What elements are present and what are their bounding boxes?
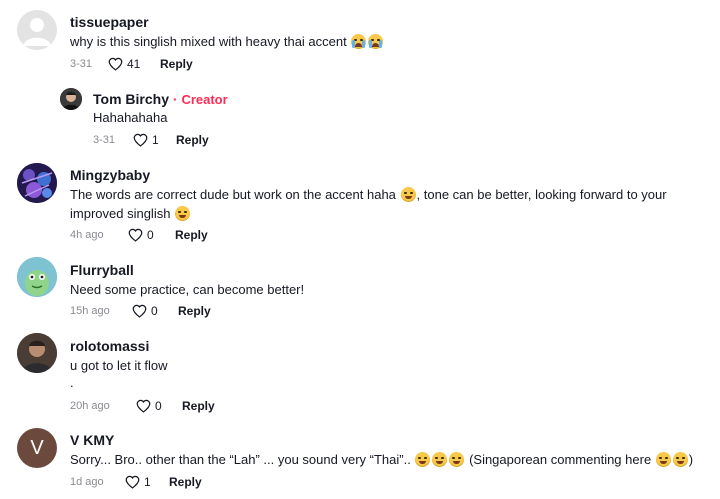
like-count: 1: [152, 133, 159, 147]
grinning-emoji: [449, 452, 465, 467]
comment-time: 4h ago: [70, 229, 104, 241]
comment-text: The words are correct dude but work on t…: [70, 187, 667, 221]
comment-meta: 3-31 41 Reply: [70, 57, 193, 71]
like-count: 0: [147, 228, 154, 242]
comment-username[interactable]: rolotomassi: [70, 338, 149, 354]
comment-username[interactable]: Mingzybaby: [70, 167, 150, 183]
profile-photo-avatar[interactable]: [17, 333, 57, 373]
heart-icon: [128, 228, 143, 242]
like-count: 0: [151, 304, 158, 318]
comment-meta: 4h ago 0 Reply: [70, 228, 208, 242]
comment-text: u got to let it flow: [70, 358, 168, 373]
like-button[interactable]: 0: [136, 399, 182, 413]
like-button[interactable]: 1: [125, 475, 169, 489]
comment-meta: 20h ago 0 Reply: [70, 399, 215, 413]
grinning-emoji: [400, 187, 416, 202]
reply-text: Hahahahaha: [93, 110, 168, 125]
heart-icon: [108, 57, 123, 71]
reply-button[interactable]: Reply: [160, 57, 193, 71]
like-count: 1: [144, 475, 151, 489]
like-button[interactable]: 1: [133, 133, 176, 147]
comment-username[interactable]: Flurryball: [70, 262, 134, 278]
comment-text: Need some practice, can become better!: [70, 282, 305, 297]
like-button[interactable]: 41: [108, 57, 160, 71]
default-avatar-icon[interactable]: [17, 10, 57, 50]
reply-button[interactable]: Reply: [175, 228, 208, 242]
like-count: 41: [127, 57, 141, 71]
heart-icon: [125, 475, 140, 489]
crying-laughing-emoji: [368, 34, 384, 49]
grinning-emoji: [415, 452, 431, 467]
comment-time: 1d ago: [70, 476, 104, 488]
like-button[interactable]: 0: [132, 304, 178, 318]
comment-time: 20h ago: [70, 400, 110, 412]
green-character-avatar[interactable]: [17, 257, 57, 297]
comment-meta: 15h ago 0 Reply: [70, 304, 211, 318]
comment-username[interactable]: V KMY: [70, 432, 114, 448]
reply-button[interactable]: Reply: [169, 475, 202, 489]
heart-icon: [132, 304, 147, 318]
comment-time: 3-31: [70, 58, 93, 70]
creator-badge: Creator: [181, 92, 228, 107]
letter-avatar[interactable]: V: [17, 428, 57, 468]
grinning-emoji: [175, 206, 191, 221]
comment-username[interactable]: tissuepaper: [70, 14, 149, 30]
comment-text: why is this singlish mixed with heavy th…: [70, 32, 384, 51]
comment-meta: 1d ago 1 Reply: [70, 475, 202, 489]
grinning-emoji: [655, 452, 671, 467]
reply-button[interactable]: Reply: [178, 304, 211, 318]
like-button[interactable]: 0: [128, 228, 175, 242]
reply-button[interactable]: Reply: [176, 133, 209, 147]
heart-icon: [133, 133, 148, 147]
comment-text-line2: .: [70, 375, 74, 390]
comment-time: 15h ago: [70, 305, 110, 317]
heart-icon: [136, 399, 151, 413]
reply-time: 3-31: [93, 134, 116, 146]
crying-laughing-emoji: [351, 34, 367, 49]
reply-username[interactable]: Tom Birchy · Creator: [93, 91, 228, 107]
reply-meta: 3-31 1 Reply: [93, 133, 209, 147]
avatar-letter: V: [30, 436, 44, 459]
like-count: 0: [155, 399, 162, 413]
comment-item: tissuepaper why is this singlish mixed w…: [0, 0, 720, 150]
grinning-emoji: [432, 452, 448, 467]
grinning-emoji: [672, 452, 688, 467]
reply-button[interactable]: Reply: [182, 399, 215, 413]
profile-photo-avatar[interactable]: [60, 88, 82, 110]
comment-text: Sorry... Bro.. other than the “Lah” ... …: [70, 452, 694, 467]
purple-pattern-avatar[interactable]: [17, 163, 57, 203]
